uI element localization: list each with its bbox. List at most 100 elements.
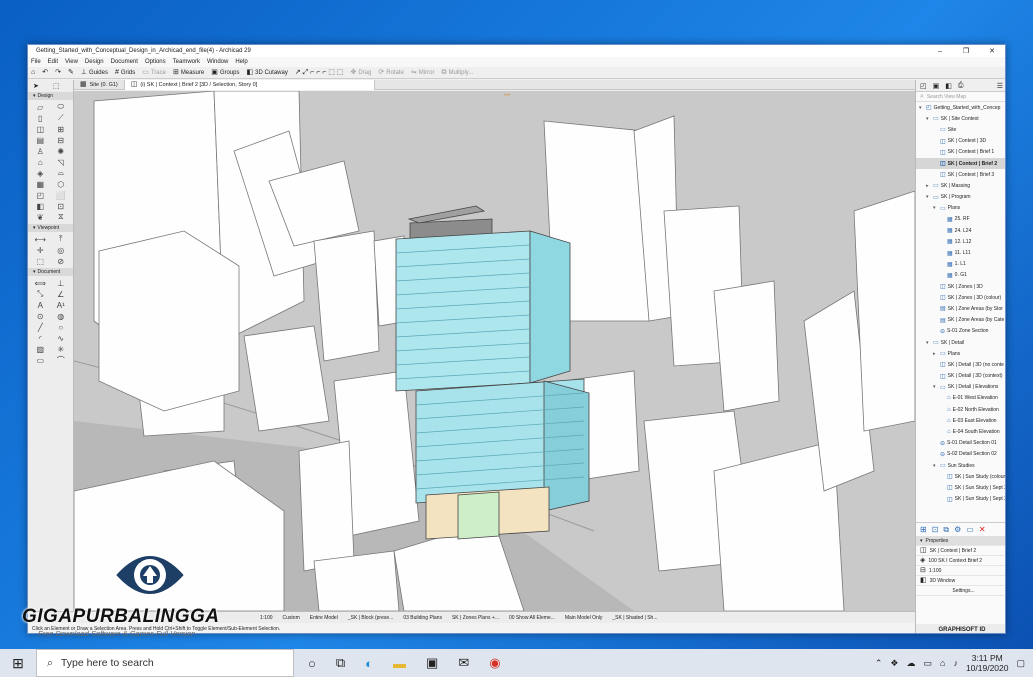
task-view-icon[interactable]: ⧉ [336, 655, 345, 671]
marquee-tool-icon[interactable]: ⬚ [53, 83, 60, 90]
circle-tool-icon[interactable]: ○ [51, 322, 72, 332]
leaf-tool-icon[interactable]: ❦ [30, 212, 51, 222]
window-tool-icon[interactable]: ⊞ [51, 124, 72, 134]
menu-window[interactable]: Window [207, 59, 228, 65]
maximize-button[interactable]: ❐ [953, 47, 979, 55]
dimension-selector[interactable]: Custom [283, 615, 300, 621]
file-explorer-icon[interactable]: ▬ [393, 656, 406, 671]
view-map-item[interactable]: ◫ SK | Sun Study (colour) [916, 471, 1005, 482]
trace-button[interactable]: ▭ Trace [142, 69, 166, 76]
minimize-button[interactable]: – [927, 48, 953, 55]
view-map-item[interactable]: ◫ SK | Context | Brief 1 [916, 147, 1005, 158]
notifications-icon[interactable]: ▢ [1016, 658, 1025, 669]
menu-file[interactable]: File [31, 59, 41, 65]
view-map-item[interactable]: ⌂ E-04 South Elevation [916, 426, 1005, 437]
expand-caret-icon[interactable]: ▸ [926, 183, 931, 189]
grids-button[interactable]: # Grids [115, 69, 135, 76]
skylight-tool-icon[interactable]: ◈ [30, 168, 51, 178]
undo-button[interactable]: ↶ [42, 69, 48, 76]
store-icon[interactable]: ▣ [426, 655, 438, 671]
save-view-icon[interactable]: ⊞ [920, 525, 927, 534]
section-tool-icon[interactable]: ⟷ [30, 234, 51, 244]
groups-button[interactable]: ▣ Groups [211, 69, 239, 76]
network-icon[interactable]: ⌂ [940, 658, 945, 668]
view-map-item[interactable]: ▦ 0. G1 [916, 270, 1005, 281]
view-map-icon[interactable]: ▣ [933, 82, 940, 90]
model-selector[interactable]: Entire Model [310, 615, 338, 621]
volume-icon[interactable]: ♪ [953, 658, 958, 668]
view-map-item[interactable]: ◫ SK | Zones | 3D (colour) [916, 292, 1005, 303]
3d-viewport[interactable]: ••• [74, 91, 915, 611]
tab-site-plan[interactable]: ▦ Site (0. G1) [74, 79, 125, 90]
level-dimension-tool-icon[interactable]: ⊥ [51, 278, 72, 288]
prop-scale[interactable]: ⊟ 1:100 [916, 566, 1005, 576]
truss-tool-icon[interactable]: ⧖ [51, 212, 72, 222]
arrow-tools[interactable]: ↗ ⤢ ⌐ ⌐ ⌐ ⬚ ⬚ [295, 69, 344, 76]
dropbox-icon[interactable]: ❖ [890, 658, 898, 669]
opening-tool-icon[interactable]: ⬜ [51, 190, 72, 200]
column-tool-icon[interactable]: ▯ [30, 113, 51, 123]
structural-display-selector[interactable]: Main Model Only [565, 615, 603, 621]
view-map-item[interactable]: ▾ ▭ SK | Site Context [916, 113, 1005, 124]
expand-caret-icon[interactable]: ▾ [926, 116, 931, 122]
cutaway-button[interactable]: ◧ 3D Cutaway [247, 69, 288, 76]
view-map-item[interactable]: ▾ ▭ SK | Detail | Elevations [916, 382, 1005, 393]
elevation-tool-icon[interactable]: ⤒ [51, 234, 72, 244]
curtain-wall-tool-icon[interactable]: ▦ [30, 179, 51, 189]
marker-tool-icon[interactable]: ⊙ [30, 311, 51, 321]
measure-button[interactable]: ⊞ Measure [173, 69, 204, 76]
fill-tool-icon[interactable]: ▨ [30, 344, 51, 354]
stair-tool-icon[interactable]: ▤ [30, 135, 51, 145]
view-map-item[interactable]: ▾ ▭ SK | Detail [916, 337, 1005, 348]
expand-caret-icon[interactable]: ▾ [933, 205, 938, 211]
shell-tool-icon[interactable]: ◹ [51, 157, 72, 167]
mesh-tool-icon[interactable]: ⌓ [51, 168, 72, 178]
panel-tool-icon[interactable]: ◧ [30, 201, 51, 211]
frame-tool-icon[interactable]: ⊡ [51, 201, 72, 211]
change-tool-icon[interactable]: ⊘ [51, 256, 72, 266]
view-map-item[interactable]: ⊖ S-01 Zone Section [916, 326, 1005, 337]
view-map-item[interactable]: ▸ ▭ Plans [916, 348, 1005, 359]
edge-icon[interactable]: ◐ [365, 656, 373, 671]
home-button[interactable]: ⌂ [31, 69, 35, 76]
angle-dimension-tool-icon[interactable]: ∠ [51, 289, 72, 299]
view-map-item[interactable]: ▦ 1. L1 [916, 259, 1005, 270]
project-map-icon[interactable]: ◰ [920, 82, 927, 90]
menu-help[interactable]: Help [235, 59, 247, 65]
layout-book-icon[interactable]: ◧ [945, 82, 952, 90]
publisher-icon[interactable]: ⎙ [958, 82, 964, 90]
expand-caret-icon[interactable]: ▾ [926, 340, 931, 346]
onedrive-icon[interactable]: ☁ [906, 658, 915, 669]
spline-tool-icon[interactable]: ∿ [51, 333, 72, 343]
menu-options[interactable]: Options [145, 59, 166, 65]
arrow-tool-icon[interactable]: ➤ [33, 83, 39, 90]
view-map-item[interactable]: ◫ SK | Context | Brief 3 [916, 169, 1005, 180]
drawing-tool-icon[interactable]: ▭ [30, 355, 51, 365]
view-map-item[interactable]: ▭ Site [916, 124, 1005, 135]
prop-name[interactable]: ◫ SK | Context | Brief 2 [916, 546, 1005, 556]
pen-set-selector[interactable]: _SK | Block (prese... [348, 615, 393, 621]
layer-combo-selector[interactable]: 03 Building Plans [403, 615, 442, 621]
hotspot-tool-icon[interactable]: ✳ [51, 344, 72, 354]
clock[interactable]: 3:11 PM 10/19/2020 [966, 653, 1009, 673]
worksheet-tool-icon[interactable]: ◎ [51, 245, 72, 255]
object-tool-icon[interactable]: ♙ [30, 146, 51, 156]
tray-chevron-icon[interactable]: ⌃ [875, 658, 883, 669]
figure-tool-icon[interactable]: ◍ [51, 311, 72, 321]
new-folder-icon[interactable]: ⊡ [932, 525, 939, 534]
expand-caret-icon[interactable]: ▸ [933, 351, 938, 357]
morph-tool-icon[interactable]: ⬡ [51, 179, 72, 189]
view-map-item[interactable]: ⊖ S-01 Detail Section 01 [916, 438, 1005, 449]
mail-icon[interactable]: ✉ [458, 655, 469, 671]
radial-dimension-tool-icon[interactable]: ⤡ [30, 289, 51, 299]
open-view-icon[interactable]: ▭ [966, 525, 974, 534]
view-map-item[interactable]: ▸ ▭ SK | Massing [916, 180, 1005, 191]
chrome-icon[interactable]: ◉ [489, 655, 500, 671]
view-map-item[interactable]: ▾ ▭ Plans [916, 203, 1005, 214]
view-map-item[interactable]: ◫ SK | Detail | 3D (context) [916, 371, 1005, 382]
wall-tool-icon[interactable]: ▱ [30, 102, 51, 112]
tab-3d-view[interactable]: ◫ (i) SK | Context | Brief 2 [3D / Select… [124, 79, 375, 90]
prop-window[interactable]: ◧ 3D Window [916, 576, 1005, 586]
detail-tool-icon[interactable]: ⬚ [30, 256, 51, 266]
view-map-item[interactable]: ▾ ◰ Getting_Started_with_Concep [916, 102, 1005, 113]
